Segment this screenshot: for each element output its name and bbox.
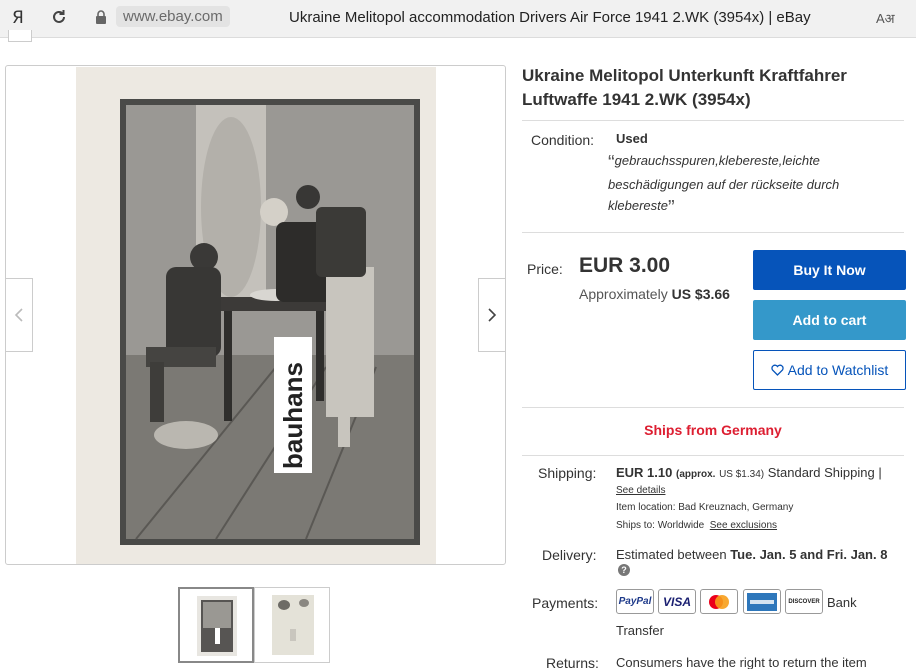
- ships-to-label: Ships to:: [616, 520, 655, 531]
- page-title: Ukraine Melitopol accommodation Drivers …: [289, 9, 811, 26]
- ships-to-value: Worldwide: [657, 520, 705, 531]
- previous-image-button[interactable]: [5, 278, 33, 352]
- browser-logo[interactable]: Я: [12, 8, 24, 28]
- ships-from-banner: Ships from Germany: [644, 422, 782, 438]
- divider: [522, 455, 904, 456]
- divider: [522, 407, 904, 408]
- page-header-fragment: [8, 30, 32, 42]
- delivery-dates: Tue. Jan. 5 and Fri. Jan. 8: [730, 547, 888, 562]
- price-value: EUR 3.00: [579, 254, 671, 277]
- chevron-left-icon: [14, 308, 23, 322]
- item-location-label: Item location:: [616, 502, 676, 513]
- add-to-cart-button[interactable]: Add to cart: [753, 300, 906, 340]
- visa-icon: VISA: [658, 589, 696, 614]
- see-exclusions-link[interactable]: See exclusions: [710, 520, 777, 531]
- discover-icon: DISCOVER: [785, 589, 823, 614]
- approx-prefix: Approximately: [579, 286, 668, 302]
- address-bar[interactable]: www.ebay.com: [116, 6, 230, 27]
- see-details-link[interactable]: See details: [616, 485, 665, 496]
- reload-icon[interactable]: [50, 8, 68, 26]
- main-photo[interactable]: bauhans: [76, 67, 436, 564]
- bank-transfer-label-1: Bank: [827, 595, 857, 610]
- shipping-label: Shipping:: [538, 465, 597, 481]
- thumbnail-front-image: [197, 596, 237, 656]
- delivery-prefix: Estimated between: [616, 547, 727, 562]
- delivery-estimate: Estimated between Tue. Jan. 5 and Fri. J…: [616, 547, 887, 562]
- thumbnail-back-image: [272, 595, 314, 655]
- amex-icon: [743, 589, 781, 614]
- item-location: Item location: Bad Kreuznach, Germany: [616, 502, 793, 513]
- buy-it-now-button[interactable]: Buy It Now: [753, 250, 906, 290]
- condition-note-text: gebrauchsspuren,klebereste,leichte besch…: [608, 153, 840, 213]
- shipping-line: EUR 1.10 (approx. US $1.34) Standard Shi…: [616, 465, 882, 480]
- add-to-watchlist-label: Add to Watchlist: [787, 362, 889, 378]
- divider: [522, 232, 904, 233]
- paypal-icon: PayPal: [616, 589, 654, 614]
- shipping-service: Standard Shipping |: [767, 465, 882, 480]
- divider: [522, 120, 904, 121]
- condition-note: “gebrauchsspuren,klebereste,leichte besc…: [608, 152, 840, 219]
- chevron-right-icon: [488, 308, 497, 322]
- ships-to: Ships to: Worldwide See exclusions: [616, 520, 777, 531]
- main-image-viewer[interactable]: bauhans: [5, 65, 506, 565]
- price-label: Price:: [527, 261, 563, 277]
- delivery-label: Delivery:: [542, 547, 597, 563]
- bank-transfer-label-2: Transfer: [616, 623, 664, 638]
- listing-title: Ukraine Melitopol Unterkunft Kraftfahrer…: [522, 66, 847, 109]
- approx-price: Approximately US $3.66: [579, 286, 730, 302]
- item-location-value: Bad Kreuznach, Germany: [678, 502, 794, 513]
- translate-icon[interactable]: Aअ: [876, 9, 895, 27]
- shipping-approx: (approx.: [676, 469, 716, 480]
- info-icon[interactable]: ?: [618, 564, 630, 576]
- returns-label: Returns:: [546, 655, 599, 669]
- thumbnail-front[interactable]: [178, 587, 254, 663]
- thumbnail-back[interactable]: [254, 587, 330, 663]
- watermark-text: bauhans: [278, 362, 308, 469]
- condition-value: Used: [616, 131, 648, 146]
- lock-icon[interactable]: [95, 10, 107, 24]
- returns-text: Consumers have the right to return the i…: [616, 655, 867, 669]
- browser-toolbar: Я www.ebay.com Ukraine Melitopol accommo…: [0, 0, 916, 38]
- approx-value: US $3.66: [671, 286, 730, 302]
- heart-icon: [771, 364, 784, 376]
- next-image-button[interactable]: [478, 278, 506, 352]
- shipping-cost: EUR 1.10: [616, 465, 673, 480]
- add-to-watchlist-button[interactable]: Add to Watchlist: [753, 350, 906, 390]
- mastercard-icon: [700, 589, 738, 614]
- payments-label: Payments:: [532, 595, 599, 611]
- shipping-approx-value: US $1.34): [719, 469, 765, 480]
- condition-label: Condition:: [531, 132, 595, 148]
